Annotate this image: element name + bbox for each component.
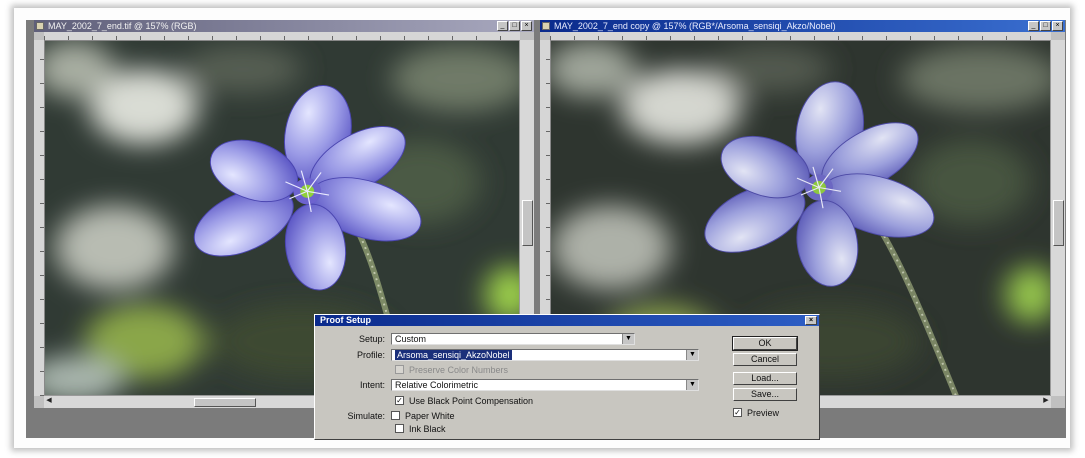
load-button[interactable]: Load... [733, 372, 797, 385]
black-point-label: Use Black Point Compensation [409, 395, 534, 406]
vertical-ruler [34, 40, 45, 396]
intent-row: Intent: Relative Colorimetric ▼ [315, 378, 699, 391]
paper-white-label: Paper White [405, 410, 455, 421]
black-point-row: ✓ Use Black Point Compensation [395, 394, 533, 407]
check-icon: ✓ [396, 396, 403, 405]
save-button[interactable]: Save... [733, 388, 797, 401]
ok-button[interactable]: OK [732, 336, 798, 351]
close-button[interactable]: × [521, 21, 532, 31]
close-button[interactable]: × [1052, 21, 1063, 31]
paper-white-row: Simulate: Paper White [315, 409, 455, 422]
chevron-down-icon: ▼ [622, 333, 634, 344]
intent-select[interactable]: Relative Colorimetric ▼ [391, 378, 699, 391]
chevron-down-icon: ▼ [686, 349, 698, 360]
profile-row: Profile: Arsoma_sensiqi_AkzoNobel ▼ [315, 348, 699, 361]
preview-row: ✓ Preview [733, 406, 779, 419]
document-icon [36, 22, 44, 30]
minimize-button[interactable]: _ [1028, 21, 1039, 31]
ink-black-checkbox[interactable] [395, 424, 404, 433]
dialog-close-button[interactable]: × [805, 316, 817, 325]
setup-label: Setup: [358, 333, 385, 344]
preview-checkbox[interactable]: ✓ [733, 408, 742, 417]
ink-black-row: Ink Black [395, 422, 446, 435]
profile-label: Profile: [356, 349, 385, 360]
window-title: MAY_2002_7_end copy @ 157% (RGB*/Arsoma_… [554, 21, 836, 31]
vertical-scrollbar[interactable] [1050, 40, 1065, 396]
proof-setup-dialog: Proof Setup × Setup: Custom ▼ Profile: A… [314, 314, 820, 440]
preserve-color-numbers-row: Preserve Color Numbers [395, 363, 508, 376]
maximize-button[interactable]: □ [1040, 21, 1051, 31]
intent-label: Intent: [359, 379, 385, 390]
dialog-title: Proof Setup [320, 315, 371, 325]
paper-white-checkbox[interactable] [391, 411, 400, 420]
preserve-color-numbers-label: Preserve Color Numbers [409, 364, 509, 375]
document-icon [542, 22, 550, 30]
black-point-checkbox[interactable]: ✓ [395, 396, 404, 405]
horizontal-ruler [550, 32, 1051, 41]
preview-label: Preview [747, 407, 780, 418]
dialog-titlebar[interactable]: Proof Setup × [315, 315, 819, 326]
maximize-button[interactable]: □ [509, 21, 520, 31]
simulate-label: Simulate: [347, 410, 385, 421]
window-titlebar[interactable]: MAY_2002_7_end copy @ 157% (RGB*/Arsoma_… [540, 20, 1065, 32]
horizontal-ruler [44, 32, 520, 41]
check-icon: ✓ [734, 408, 741, 417]
chevron-down-icon: ▼ [686, 379, 698, 390]
setup-row: Setup: Custom ▼ [315, 332, 635, 345]
scroll-right-arrow-icon[interactable]: ▶ [1041, 396, 1051, 406]
scroll-left-arrow-icon[interactable]: ◀ [44, 396, 54, 406]
ink-black-label: Ink Black [409, 423, 446, 434]
window-titlebar[interactable]: MAY_2002_7_end.tif @ 157% (RGB) _ □ × [34, 20, 534, 32]
preserve-color-numbers-checkbox[interactable] [395, 365, 404, 374]
profile-select[interactable]: Arsoma_sensiqi_AkzoNobel ▼ [391, 348, 699, 361]
setup-select[interactable]: Custom ▼ [391, 332, 635, 345]
minimize-button[interactable]: _ [497, 21, 508, 31]
window-title: MAY_2002_7_end.tif @ 157% (RGB) [48, 21, 197, 31]
cancel-button[interactable]: Cancel [733, 353, 797, 366]
